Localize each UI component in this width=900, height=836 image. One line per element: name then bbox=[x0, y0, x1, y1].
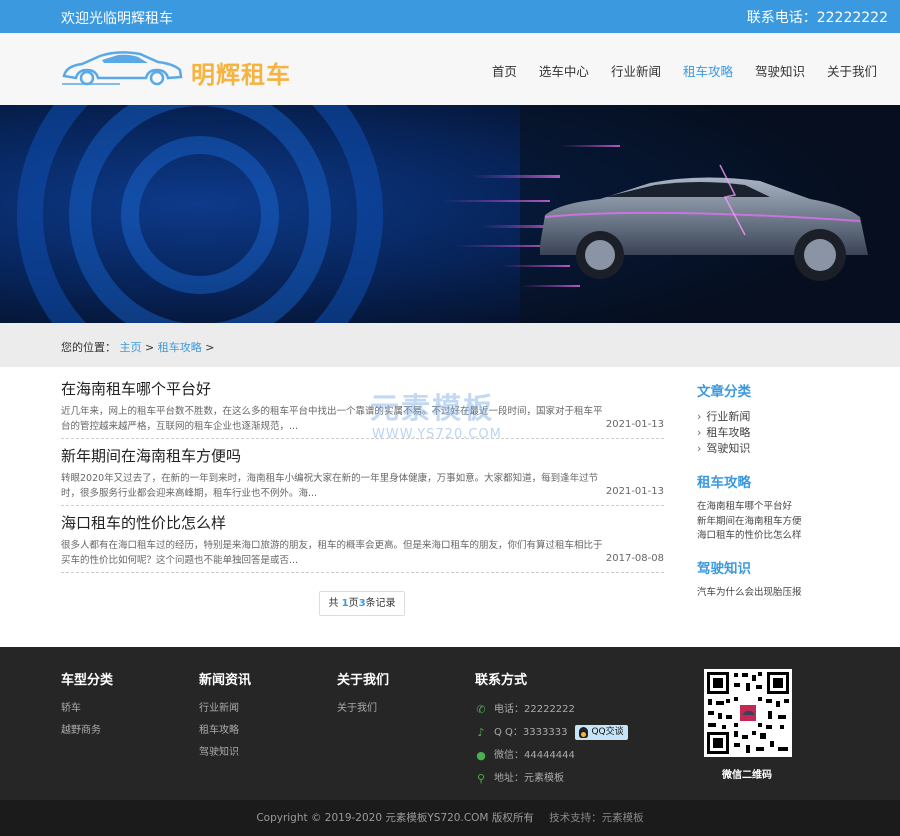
logo-text[interactable]: 明辉租车 bbox=[191, 55, 291, 90]
article-summary: 很多人都有在海口租车过的经历，特别是来海口旅游的朋友，租车的概率会更高。但是来海… bbox=[61, 540, 603, 566]
footer-link[interactable]: 关于我们 bbox=[337, 698, 389, 720]
breadcrumb-separator: > bbox=[145, 341, 158, 354]
sidebar: 文章分类 行业新闻 租车攻略 驾驶知识 租车攻略 在海南租车哪个平台好 新年期间… bbox=[697, 380, 877, 613]
footer-col-car-types: 车型分类 轿车 越野商务 bbox=[61, 669, 113, 742]
welcome-text: 欢迎光临明辉租车 bbox=[61, 11, 173, 27]
footer-heading: 关于我们 bbox=[337, 673, 390, 688]
breadcrumb-label: 您的位置： bbox=[61, 341, 116, 354]
pager-prefix: 共 bbox=[328, 598, 342, 609]
footer-heading: 新闻资讯 bbox=[199, 673, 252, 688]
sidebar-item-industry-news[interactable]: 行业新闻 bbox=[697, 409, 877, 425]
nav-item-home[interactable]: 首页 bbox=[492, 61, 517, 80]
breadcrumb-bar: 您的位置： 主页 > 租车攻略 > bbox=[0, 323, 900, 367]
article-date: 2017-08-08 bbox=[605, 553, 664, 564]
article-title[interactable]: 海口租车的性价比怎么样 bbox=[61, 512, 226, 533]
site-header: 明辉租车 首页 选车中心 行业新闻 租车攻略 驾驶知识 关于我们 bbox=[0, 33, 900, 105]
contact-phone: 联系电话：22222222 bbox=[746, 10, 888, 26]
nav-item-driving-knowledge[interactable]: 驾驶知识 bbox=[755, 61, 805, 80]
breadcrumb-current-link[interactable]: 租车攻略 bbox=[158, 341, 202, 354]
tech-support-link[interactable]: 技术支持：元素模板 bbox=[549, 812, 644, 824]
footer-col-news: 新闻资讯 行业新闻 租车攻略 驾驶知识 bbox=[199, 669, 251, 764]
footer-link[interactable]: 越野商务 bbox=[61, 720, 113, 742]
sidebar-item-driving-knowledge[interactable]: 驾驶知识 bbox=[697, 441, 877, 457]
qq-penguin-icon bbox=[579, 727, 589, 738]
sidebar-categories-title: 文章分类 bbox=[697, 384, 751, 400]
sidebar-driving-link[interactable]: 汽车为什么会出现胎压报 bbox=[697, 586, 877, 601]
sidebar-driving-title: 驾驶知识 bbox=[697, 560, 751, 577]
sidebar-guides: 在海南租车哪个平台好 新年期间在海南租车方便 海口租车的性价比怎么样 bbox=[697, 500, 877, 544]
contact-phone-row: ✆ 电话：22222222 bbox=[475, 698, 628, 721]
wechat-icon: ● bbox=[476, 749, 486, 762]
nav-item-industry-news[interactable]: 行业新闻 bbox=[611, 61, 661, 80]
sidebar-categories: 行业新闻 租车攻略 驾驶知识 bbox=[697, 409, 877, 457]
pager-suffix: 条记录 bbox=[365, 598, 396, 609]
contact-wechat-row: ● 微信：44444444 bbox=[475, 744, 628, 767]
article-title[interactable]: 在海南租车哪个平台好 bbox=[61, 378, 211, 399]
main-nav: 首页 选车中心 行业新闻 租车攻略 驾驶知识 关于我们 bbox=[470, 61, 877, 80]
banner-image bbox=[0, 105, 900, 323]
top-bar: 欢迎光临明辉租车 联系电话：22222222 bbox=[0, 0, 900, 33]
footer-link[interactable]: 行业新闻 bbox=[199, 698, 251, 720]
contact-wechat-text: 微信：44444444 bbox=[494, 750, 575, 761]
phone-icon: ✆ bbox=[476, 703, 486, 716]
footer-col-about: 关于我们 关于我们 bbox=[337, 669, 389, 720]
list-item[interactable]: 新年期间在海南租车方便吗 转眼2020年又过去了，在新的一年到来时，海南租车小编… bbox=[61, 439, 664, 506]
contact-address-row: ⚲ 地址：元素模板 bbox=[475, 767, 628, 790]
sidebar-driving: 汽车为什么会出现胎压报 bbox=[697, 586, 877, 601]
footer-heading: 车型分类 bbox=[61, 673, 114, 688]
nav-item-rental-guide[interactable]: 租车攻略 bbox=[683, 61, 733, 80]
contact-qq-text: Q Q：3333333 bbox=[494, 727, 568, 738]
footer-col-contact: 联系方式 ✆ 电话：22222222 ♪ Q Q：3333333 QQ交谈 ● … bbox=[475, 669, 628, 790]
footer-link[interactable]: 轿车 bbox=[61, 698, 113, 720]
sidebar-item-rental-guide[interactable]: 租车攻略 bbox=[697, 425, 877, 441]
article-summary: 近几年来，网上的租车平台数不胜数，在这么多的租车平台中找出一个靠谱的实属不易。不… bbox=[61, 406, 603, 432]
nav-item-car-center[interactable]: 选车中心 bbox=[539, 61, 589, 80]
breadcrumb-separator: > bbox=[205, 341, 215, 354]
bell-icon: ♪ bbox=[477, 726, 485, 739]
contact-qq-row: ♪ Q Q：3333333 QQ交谈 bbox=[475, 721, 628, 744]
breadcrumb-home-link[interactable]: 主页 bbox=[120, 341, 142, 354]
pager-record-count: 3 bbox=[358, 598, 366, 609]
pager-page-count: 1 bbox=[341, 598, 349, 609]
qr-label: 微信二维码 bbox=[722, 770, 772, 781]
nav-item-about-us[interactable]: 关于我们 bbox=[827, 61, 877, 80]
sidebar-guide-link[interactable]: 新年期间在海南租车方便 bbox=[697, 515, 877, 530]
contact-address-text: 地址：元素模板 bbox=[494, 773, 564, 784]
article-summary: 转眼2020年又过去了，在新的一年到来时，海南租车小编祝大家在新的一年里身体健康… bbox=[61, 473, 599, 499]
qq-chat-button[interactable]: QQ交谈 bbox=[575, 725, 628, 740]
sidebar-guide-link[interactable]: 在海南租车哪个平台好 bbox=[697, 500, 877, 515]
contact-phone-text: 电话：22222222 bbox=[494, 704, 575, 715]
article-date: 2021-01-13 bbox=[605, 486, 664, 497]
pagination-info: 共 1页3条记录 bbox=[319, 591, 405, 616]
list-item[interactable]: 在海南租车哪个平台好 近几年来，网上的租车平台数不胜数，在这么多的租车平台中找出… bbox=[61, 372, 664, 439]
copyright-bar: Copyright © 2019-2020 元素模板YS720.COM 版权所有… bbox=[0, 800, 900, 836]
footer-heading: 联系方式 bbox=[475, 673, 528, 688]
pager-mid: 页 bbox=[348, 598, 359, 609]
list-item[interactable]: 海口租车的性价比怎么样 很多人都有在海口租车过的经历，特别是来海口旅游的朋友，租… bbox=[61, 506, 664, 573]
copyright-text: Copyright © 2019-2020 元素模板YS720.COM 版权所有 bbox=[256, 812, 534, 824]
article-date: 2021-01-13 bbox=[605, 419, 664, 430]
wechat-qr-code bbox=[704, 669, 792, 757]
footer-link[interactable]: 驾驶知识 bbox=[199, 742, 251, 764]
sidebar-guide-link[interactable]: 海口租车的性价比怎么样 bbox=[697, 529, 877, 544]
qq-chat-label: QQ交谈 bbox=[591, 727, 624, 737]
article-title[interactable]: 新年期间在海南租车方便吗 bbox=[61, 445, 241, 466]
location-pin-icon: ⚲ bbox=[476, 772, 486, 785]
hero-banner bbox=[0, 105, 900, 323]
car-logo-icon[interactable] bbox=[60, 46, 185, 92]
breadcrumb: 您的位置： 主页 > 租车攻略 > bbox=[61, 339, 214, 355]
footer-link[interactable]: 租车攻略 bbox=[199, 720, 251, 742]
sidebar-guides-title: 租车攻略 bbox=[697, 475, 751, 491]
article-list: 在海南租车哪个平台好 近几年来，网上的租车平台数不胜数，在这么多的租车平台中找出… bbox=[61, 372, 664, 573]
